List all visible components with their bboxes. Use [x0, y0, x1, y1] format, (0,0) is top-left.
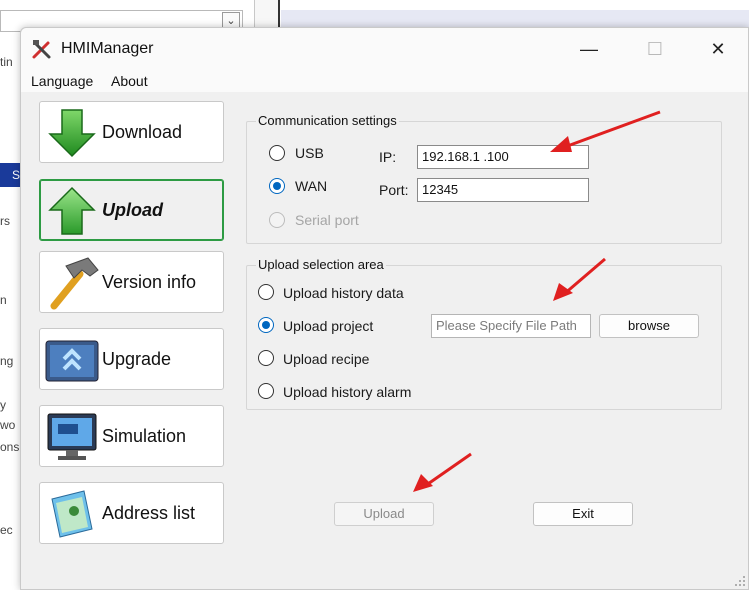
sidebar-item-label: Download — [102, 122, 183, 142]
file-path-input[interactable]: Please Specify File Path — [431, 314, 591, 338]
upload-recipe-label: Upload recipe — [283, 351, 370, 367]
wan-label: WAN — [295, 178, 328, 194]
menu-language[interactable]: Language — [31, 73, 93, 89]
annotation-arrow-icon — [553, 257, 606, 301]
upload-project-radio[interactable] — [258, 317, 274, 333]
upload-selection-group: Upload selection area Upload history dat… — [246, 257, 722, 410]
sidebar-item-upload[interactable]: Upload — [39, 179, 224, 241]
upload-project-label: Upload project — [283, 318, 374, 334]
usb-radio[interactable] — [269, 145, 285, 161]
upload-history-alarm-label: Upload history alarm — [283, 384, 412, 400]
usb-label: USB — [295, 145, 324, 161]
port-input[interactable]: 12345 — [417, 178, 589, 202]
group-title: Upload selection area — [256, 257, 386, 272]
background-text: wo — [0, 418, 16, 432]
background-text: y — [0, 398, 6, 412]
port-label: Port: — [379, 182, 409, 198]
upload-history-data-label: Upload history data — [283, 285, 404, 301]
background-strip — [254, 0, 280, 30]
wan-radio[interactable] — [269, 178, 285, 194]
annotation-arrow-icon — [413, 452, 472, 492]
ip-label: IP: — [379, 149, 397, 165]
upload-recipe-radio[interactable] — [258, 350, 274, 366]
hammer-icon — [50, 257, 99, 310]
sidebar-item-download[interactable]: Download — [39, 101, 224, 163]
sidebar-item-simulation[interactable]: Simulation — [39, 405, 224, 467]
sidebar-item-address-list[interactable]: Address list — [39, 482, 224, 544]
sidebar-item-label: Version info — [102, 272, 197, 292]
background-text: ec — [0, 523, 13, 537]
upload-history-data-radio[interactable] — [258, 284, 274, 300]
sidebar-item-label: Upload — [102, 200, 163, 220]
address-book-icon — [51, 490, 93, 538]
upload-history-alarm-radio[interactable] — [258, 383, 274, 399]
exit-button[interactable]: Exit — [533, 502, 633, 526]
sidebar-item-label: Simulation — [102, 426, 187, 446]
background-text: ng — [0, 354, 14, 368]
upgrade-chevrons-icon — [45, 340, 99, 382]
close-button[interactable]: ✕ — [695, 36, 741, 62]
monitor-icon — [47, 413, 97, 460]
background-text: n — [0, 293, 7, 307]
upload-arrow-icon — [48, 186, 96, 235]
resize-grip-icon[interactable] — [734, 575, 746, 587]
title-bar[interactable]: HMIManager — ☐ ✕ — [21, 28, 748, 70]
download-arrow-icon — [48, 109, 96, 158]
tools-icon — [32, 40, 51, 59]
menu-about[interactable]: About — [111, 73, 148, 89]
serial-port-label: Serial port — [295, 212, 359, 228]
background-text: tin — [0, 55, 13, 69]
sidebar-item-version-info[interactable]: Version info — [39, 251, 224, 313]
group-title: Communication settings — [256, 113, 399, 128]
browse-button[interactable]: browse — [599, 314, 699, 338]
background-blue-tag: S — [0, 163, 22, 187]
window-title: HMIManager — [61, 40, 154, 57]
minimize-button[interactable]: — — [566, 36, 612, 62]
sidebar-item-upgrade[interactable]: Upgrade — [39, 328, 224, 390]
background-text: rs — [0, 214, 10, 228]
maximize-button[interactable]: ☐ — [632, 36, 678, 62]
sidebar-item-label: Upgrade — [102, 349, 172, 369]
background-text: ons — [0, 440, 20, 454]
sidebar-item-label: Address list — [102, 503, 196, 523]
upload-button[interactable]: Upload — [334, 502, 434, 526]
annotation-arrow-icon — [550, 110, 661, 152]
serial-port-radio[interactable] — [269, 212, 285, 228]
menu-bar: Language About — [21, 70, 748, 92]
